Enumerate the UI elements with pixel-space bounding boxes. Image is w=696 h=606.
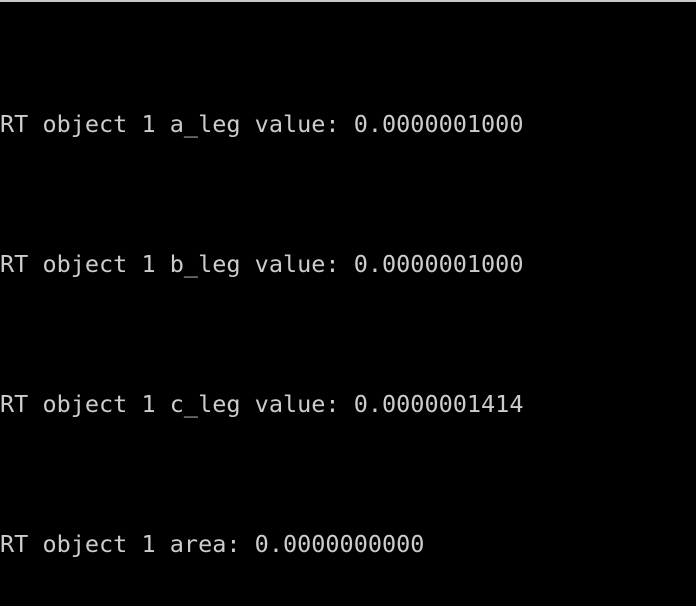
output-line-obj1-b-leg: RT object 1 b_leg value: 0.0000001000	[0, 250, 524, 278]
console-output-text-area: RT object 1 a_leg value: 0.0000001000 RT…	[0, 2, 696, 606]
console-window[interactable]: RT object 1 a_leg value: 0.0000001000 RT…	[0, 0, 696, 606]
output-line-obj1-area: RT object 1 area: 0.0000000000	[0, 530, 425, 558]
output-line-obj1-a-leg: RT object 1 a_leg value: 0.0000001000	[0, 110, 524, 138]
output-line-obj1-c-leg: RT object 1 c_leg value: 0.0000001414	[0, 390, 524, 418]
